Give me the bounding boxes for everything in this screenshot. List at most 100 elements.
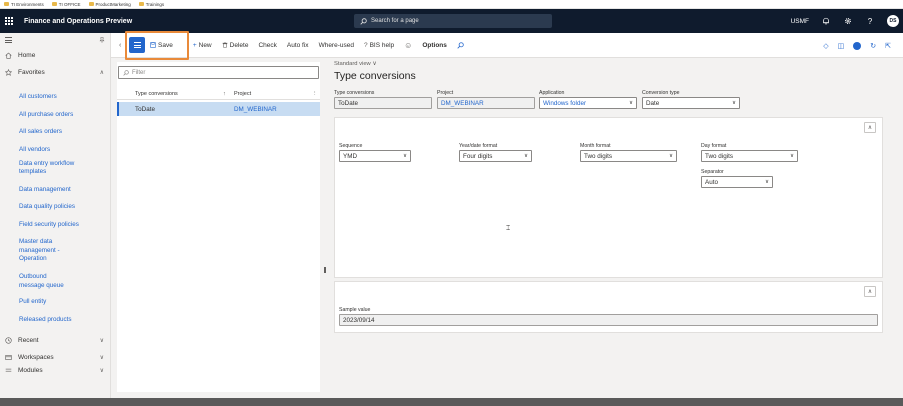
chevron-down-icon: ∨ <box>731 100 736 106</box>
chevron-down-icon[interactable]: ∨ <box>100 354 104 361</box>
chevron-down-icon: ∨ <box>628 100 633 106</box>
top-navbar: Finance and Operations Preview Search fo… <box>0 9 903 33</box>
home-icon <box>5 52 12 59</box>
new-button[interactable]: + New <box>188 42 217 49</box>
bookmark-ti-environments[interactable]: TI Environments <box>4 2 44 7</box>
chevron-down-icon: ∨ <box>402 153 407 159</box>
chevron-up-icon[interactable]: ∧ <box>100 69 104 76</box>
diamond-icon[interactable]: ◇ <box>823 42 828 50</box>
chevron-down-icon: ∨ <box>372 61 377 67</box>
sort-arrow-icon[interactable]: ↑ <box>223 91 234 97</box>
open-new-window-icon[interactable]: ⇱ <box>885 42 891 50</box>
nav-workspaces[interactable]: Workspaces ∨ <box>0 349 110 366</box>
project-field[interactable]: DM_WEBINAR <box>437 97 535 109</box>
application-dropdown[interactable]: Windows folder ∨ <box>539 97 637 109</box>
nav-favorites[interactable]: Favorites ∧ <box>0 64 110 81</box>
favorite-link[interactable]: Data management <box>0 186 110 204</box>
gear-icon[interactable] <box>843 16 853 26</box>
bookmark-trainings[interactable]: Trainings <box>138 2 164 7</box>
nav-recent[interactable]: Recent ∨ <box>0 332 110 349</box>
view-selector[interactable]: Standard view ∨ <box>334 61 377 67</box>
search-icon <box>360 17 367 25</box>
detail-pane: Standard view ∨ Type conversions Type co… <box>330 58 890 398</box>
day-format-dropdown[interactable]: Two digits ∨ <box>701 150 798 162</box>
favorite-link[interactable]: Outbound message queue <box>0 273 72 298</box>
folder-icon <box>88 2 94 6</box>
conversion-type-dropdown[interactable]: Date ∨ <box>642 97 740 109</box>
chevron-down-icon: ∨ <box>764 179 769 185</box>
help-icon[interactable]: ? <box>865 16 875 26</box>
options-button[interactable]: Options <box>417 42 452 49</box>
list-row[interactable]: ToDate DM_WEBINAR <box>117 102 320 116</box>
company-picker[interactable]: USMF <box>791 18 809 25</box>
notification-badge-icon[interactable] <box>853 41 862 50</box>
sequence-label: Sequence <box>339 143 363 149</box>
autofix-button[interactable]: Auto fix <box>282 42 314 49</box>
pane-splitter[interactable] <box>324 267 326 273</box>
favorite-link[interactable]: All purchase orders <box>0 111 110 129</box>
sample-value-field: 2023/09/14 <box>339 314 878 326</box>
row-type: ToDate <box>135 105 155 113</box>
action-pane: ‹ Save + New Delete Check Auto fix Where… <box>111 33 903 58</box>
column-header-project[interactable]: Project <box>234 91 312 97</box>
refresh-icon[interactable]: ↻ <box>870 42 876 50</box>
star-icon <box>5 69 12 76</box>
list-toggle-button[interactable] <box>129 37 145 53</box>
pin-icon[interactable] <box>99 37 105 43</box>
check-button[interactable]: Check <box>253 42 281 49</box>
smiley-icon[interactable]: ☺ <box>399 41 417 50</box>
year-format-dropdown[interactable]: Four digits ∨ <box>459 150 532 162</box>
page-search-input[interactable]: Search for a page <box>354 14 552 28</box>
nav-modules[interactable]: Modules ∨ <box>0 366 110 376</box>
folder-icon <box>51 2 57 6</box>
sequence-dropdown[interactable]: YMD ∨ <box>339 150 411 162</box>
filter-input[interactable]: Filter <box>118 66 319 79</box>
app-title: Finance and Operations Preview <box>24 17 133 25</box>
favorite-link[interactable]: Data quality policies <box>0 203 110 221</box>
favorite-link[interactable]: Released products <box>0 316 110 332</box>
row-project[interactable]: DM_WEBINAR <box>234 106 277 113</box>
list-pane: Filter Type conversions ↑ Project ⋮ ToDa… <box>117 62 320 392</box>
bookmark-ti-office[interactable]: TI OFFICE <box>51 2 81 7</box>
bishelp-button[interactable]: ? BIS help <box>359 42 399 49</box>
conversion-type-label: Conversion type <box>642 90 680 96</box>
application-label: Application <box>539 90 565 96</box>
favorite-link[interactable]: Pull entity <box>0 298 110 316</box>
day-format-label: Day format <box>701 143 727 149</box>
favorite-link[interactable]: All sales orders <box>0 128 110 146</box>
chevron-down-icon: ∨ <box>789 153 794 159</box>
chevron-down-icon[interactable]: ∨ <box>100 367 104 374</box>
favorite-link[interactable]: Data entry workflow templates <box>0 160 80 186</box>
column-header-type[interactable]: Type conversions <box>135 91 223 97</box>
nav-home[interactable]: Home <box>0 47 110 64</box>
favorite-link[interactable]: Field security policies <box>0 221 110 239</box>
action-search-icon[interactable] <box>452 41 469 49</box>
format-section: ∧ Sequence YMD ∨ Year/date format Four di… <box>334 117 883 278</box>
cursor-icon: ⌶ <box>506 225 511 232</box>
delete-button[interactable]: Delete <box>217 42 254 49</box>
more-icon[interactable]: ⋮ <box>312 91 318 97</box>
clock-icon <box>5 336 12 344</box>
favorite-link[interactable]: All vendors <box>0 146 110 160</box>
office-icon[interactable]: ◫ <box>838 42 845 50</box>
save-button[interactable]: Save <box>145 42 178 49</box>
left-navigation: Home Favorites ∧ All customers All purch… <box>0 33 111 406</box>
back-icon[interactable]: ‹ <box>119 42 121 49</box>
month-format-dropdown[interactable]: Two digits ∨ <box>580 150 677 162</box>
favorite-link[interactable]: All customers <box>0 93 110 111</box>
bookmark-productmarketing[interactable]: ProductMarketing <box>88 2 131 7</box>
modules-icon <box>5 368 12 372</box>
favorite-link[interactable]: Master data management - Operation <box>0 238 64 273</box>
collapse-section-button[interactable]: ∧ <box>864 286 876 297</box>
type-conversions-field[interactable]: ToDate <box>334 97 432 109</box>
separator-dropdown[interactable]: Auto ∨ <box>701 176 773 188</box>
collapse-section-button[interactable]: ∧ <box>864 122 876 133</box>
bookmarks-bar: TI Environments TI OFFICE ProductMarketi… <box>0 0 903 9</box>
chevron-down-icon: ∨ <box>523 153 528 159</box>
hamburger-menu-icon[interactable] <box>5 37 12 43</box>
user-avatar[interactable]: DS <box>887 15 899 27</box>
app-launcher-icon[interactable] <box>0 9 18 33</box>
chevron-down-icon[interactable]: ∨ <box>100 337 104 344</box>
whereused-button[interactable]: Where-used <box>314 42 359 49</box>
bell-icon[interactable] <box>821 16 831 26</box>
